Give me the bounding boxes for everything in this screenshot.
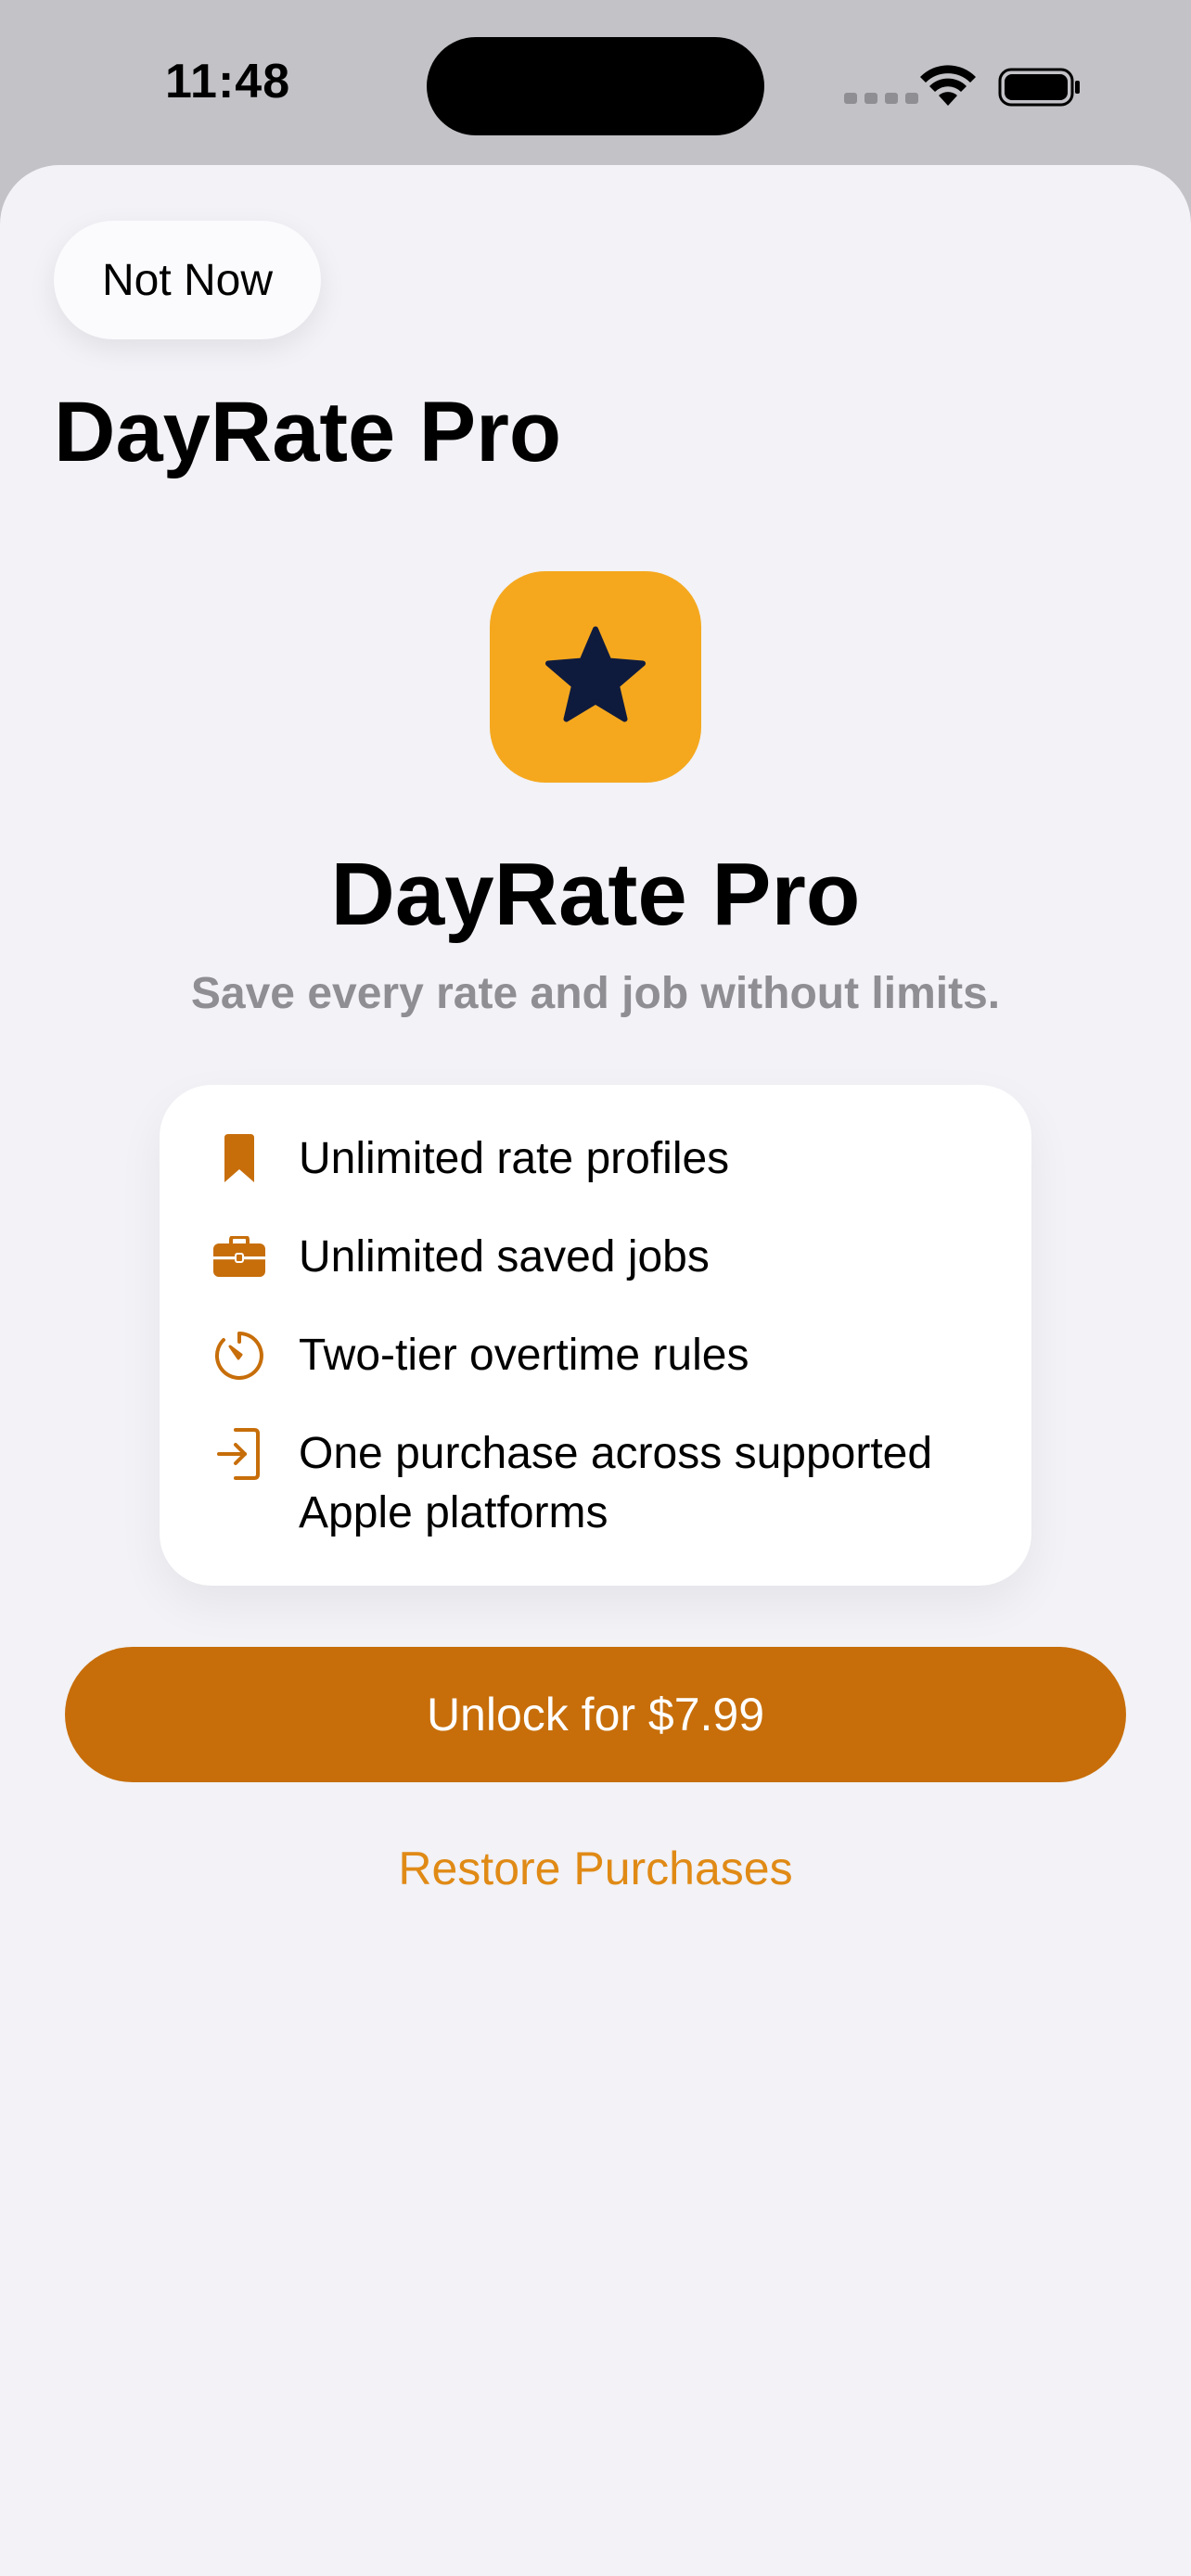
not-now-button[interactable]: Not Now bbox=[54, 221, 321, 339]
feature-list-card: Unlimited rate profiles Unlimited saved … bbox=[160, 1085, 1031, 1586]
screen: 11:48 Not Now DayRate Pro DayRate Pro Sa… bbox=[0, 0, 1191, 2576]
restore-purchases-link[interactable]: Restore Purchases bbox=[0, 1842, 1191, 1895]
wifi-icon bbox=[920, 65, 976, 106]
dynamic-island bbox=[427, 37, 764, 135]
hero-title: DayRate Pro bbox=[330, 845, 861, 944]
status-time: 11:48 bbox=[165, 55, 291, 108]
battery-icon bbox=[998, 68, 1080, 107]
timer-icon bbox=[210, 1326, 269, 1385]
bookmark-icon bbox=[210, 1129, 269, 1189]
unlock-button[interactable]: Unlock for $7.99 bbox=[65, 1647, 1126, 1782]
hero-subtitle: Save every rate and job without limits. bbox=[190, 969, 1001, 1018]
feature-label: Unlimited saved jobs bbox=[299, 1232, 710, 1282]
app-icon bbox=[490, 571, 701, 783]
paywall-sheet: Not Now DayRate Pro DayRate Pro Save eve… bbox=[0, 165, 1191, 2576]
briefcase-icon bbox=[210, 1228, 269, 1287]
star-icon bbox=[545, 626, 646, 722]
feature-label: Unlimited rate profiles bbox=[299, 1134, 730, 1183]
sign-in-icon bbox=[210, 1424, 269, 1484]
feature-label: Two-tier overtime rules bbox=[299, 1331, 749, 1380]
nav-title: DayRate Pro bbox=[54, 385, 562, 479]
feature-label: One purchase across supported Apple plat… bbox=[299, 1429, 933, 1537]
cellular-signal-icon bbox=[844, 93, 918, 104]
